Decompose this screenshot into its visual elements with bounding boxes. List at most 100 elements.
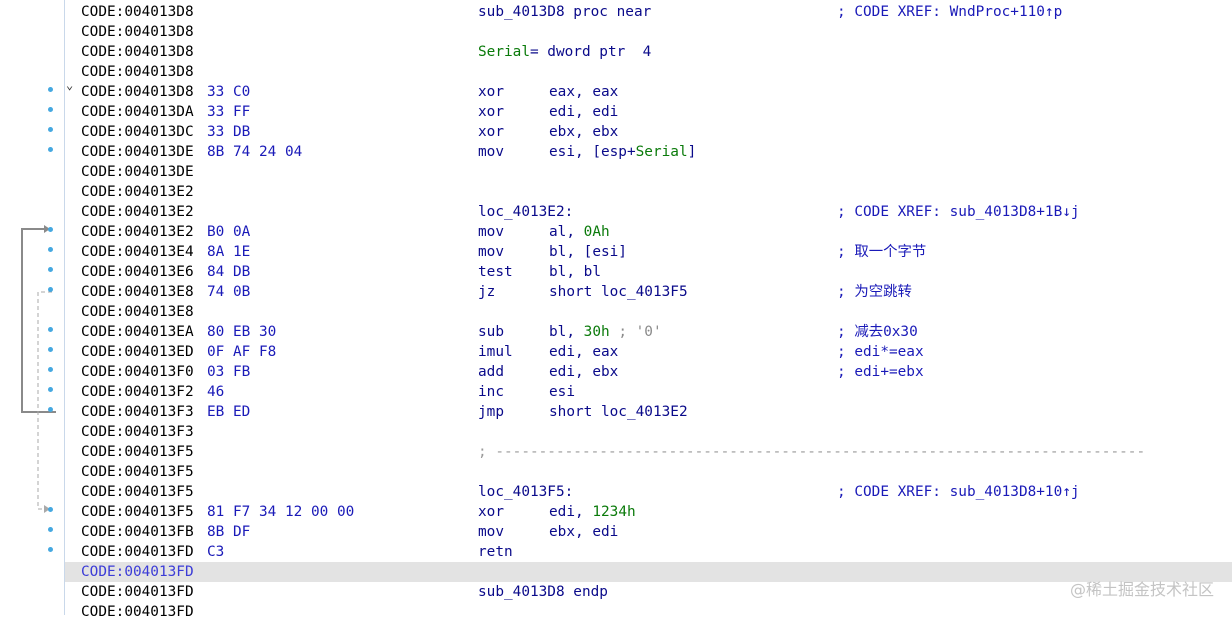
mnemonic: test [478,264,513,280]
address[interactable]: CODE:004013FD [81,602,194,622]
breakpoint-dot[interactable] [48,507,53,512]
listing-row[interactable]: CODE:004013FB 8B DF mov ebx, edi [65,522,1232,542]
listing-row[interactable]: CODE:004013D8 33 C0 xor eax, eax [65,82,1232,102]
listing-row[interactable]: CODE:004013F2 46 inc esi [65,382,1232,402]
address[interactable]: CODE:004013D8 [81,62,194,82]
operands: edi, ebx [549,362,618,382]
listing-row[interactable]: CODE:004013F5 [65,462,1232,482]
address[interactable]: CODE:004013E2 [81,222,194,242]
address[interactable]: CODE:004013FD [81,562,194,582]
address[interactable]: CODE:004013DE [81,142,194,162]
breakpoint-dot[interactable] [48,147,53,152]
mnemonic: xor [478,124,504,140]
address[interactable]: CODE:004013D8 [81,22,194,42]
address[interactable]: CODE:004013DC [81,122,194,142]
breakpoint-dot[interactable] [48,227,53,232]
code-label[interactable]: sub_4013D8 endp [478,582,608,602]
listing-row[interactable]: CODE:004013FD [65,562,1232,582]
listing-row[interactable]: CODE:004013E8 74 0B jz short loc_4013F5 ; 为空… [65,282,1232,302]
breakpoint-dot[interactable] [48,287,53,292]
listing-row[interactable]: CODE:004013DC 33 DB xor ebx, ebx [65,122,1232,142]
address[interactable]: CODE:004013D8 [81,2,194,22]
listing-row[interactable]: CODE:004013D8 [65,22,1232,42]
listing-row[interactable]: CODE:004013FD C3 retn [65,542,1232,562]
listing-row[interactable]: CODE:004013F5 81 F7 34 12 00 00 xor edi, 12… [65,502,1232,522]
address[interactable]: CODE:004013F3 [81,402,194,422]
address[interactable]: CODE:004013E8 [81,282,194,302]
listing-row[interactable]: CODE:004013F3 [65,422,1232,442]
code-label[interactable]: loc_4013E2: [478,202,573,222]
listing-row[interactable]: CODE:004013EA 80 EB 30 sub bl, 30h ; '0' ; 减… [65,322,1232,342]
address[interactable]: CODE:004013E4 [81,242,194,262]
breakpoint-dot[interactable] [48,367,53,372]
address[interactable]: CODE:004013E2 [81,182,194,202]
address[interactable]: CODE:004013F2 [81,382,194,402]
stack-var-name[interactable]: Serial [478,44,530,60]
disassembly-listing[interactable]: CODE:004013D8 sub_4013D8 proc near ; CODE … [65,2,1232,620]
address[interactable]: CODE:004013E8 [81,302,194,322]
code-label[interactable]: loc_4013F5: [478,482,573,502]
address[interactable]: CODE:004013ED [81,342,194,362]
address[interactable]: CODE:004013DE [81,162,194,182]
operand-var[interactable]: Serial [636,144,688,160]
address[interactable]: CODE:004013FD [81,542,194,562]
breakpoint-dot[interactable] [48,267,53,272]
listing-row[interactable]: CODE:004013F5 loc_4013F5: ; CODE XREF: sub… [65,482,1232,502]
listing-row[interactable]: CODE:004013E2 B0 0A mov al, 0Ah [65,222,1232,242]
address[interactable]: CODE:004013E2 [81,202,194,222]
address[interactable]: CODE:004013F0 [81,362,194,382]
opcode-bytes: B0 0A [207,224,251,240]
breakpoint-dot[interactable] [48,107,53,112]
listing-row[interactable]: CODE:004013DE 8B 74 24 04 mov esi, [esp+Ser… [65,142,1232,162]
stack-var-def: Serial= dword ptr 4 [478,42,651,62]
breakpoint-dot[interactable] [48,547,53,552]
listing-row[interactable]: CODE:004013E2 loc_4013E2: ; CODE XREF: sub… [65,202,1232,222]
listing-row[interactable]: CODE:004013E4 8A 1E mov bl, [esi] ; 取一个字节 [65,242,1232,262]
breakpoint-dot[interactable] [48,527,53,532]
flow-gutter: ⌄ [0,0,73,615]
breakpoint-dot[interactable] [48,407,53,412]
address[interactable]: CODE:004013F5 [81,442,194,462]
address[interactable]: CODE:004013DA [81,102,194,122]
breakpoint-dot[interactable] [48,247,53,252]
operands: edi, edi [549,102,618,122]
operand-text: eax, eax [549,84,619,100]
opcode-bytes: EB ED [207,404,251,420]
listing-row[interactable]: CODE:004013D8 [65,62,1232,82]
address[interactable]: CODE:004013F5 [81,462,194,482]
address[interactable]: CODE:004013D8 [81,82,194,102]
address[interactable]: CODE:004013F5 [81,502,194,522]
listing-row[interactable]: CODE:004013F3 EB ED jmp short loc_4013E2 [65,402,1232,422]
breakpoint-dot[interactable] [48,127,53,132]
listing-row[interactable]: CODE:004013DE [65,162,1232,182]
mnemonic: mov [478,144,504,160]
listing-row[interactable]: CODE:004013E6 84 DB test bl, bl [65,262,1232,282]
listing-row[interactable]: CODE:004013E2 [65,182,1232,202]
listing-row[interactable]: CODE:004013F5 ; -------------------------… [65,442,1232,462]
address[interactable]: CODE:004013FD [81,582,194,602]
breakpoint-dot[interactable] [48,327,53,332]
operand-text: edi, ebx [549,364,619,380]
breakpoint-dot[interactable] [48,387,53,392]
operand-text: ebx, ebx [549,124,619,140]
code-label[interactable]: sub_4013D8 proc near [478,2,651,22]
listing-row[interactable]: CODE:004013DA 33 FF xor edi, edi [65,102,1232,122]
listing-row[interactable]: CODE:004013E8 [65,302,1232,322]
listing-row[interactable]: CODE:004013D8 sub_4013D8 proc near ; CODE … [65,2,1232,22]
listing-row[interactable]: CODE:004013ED 0F AF F8 imul edi, eax ; edi*=… [65,342,1232,362]
breakpoint-dot[interactable] [48,87,53,92]
listing-row[interactable]: CODE:004013FD sub_4013D8 endp [65,582,1232,602]
address[interactable]: CODE:004013D8 [81,42,194,62]
breakpoint-dot[interactable] [48,347,53,352]
comment: ; CODE XREF: WndProc+110↑p [837,4,1063,20]
address[interactable]: CODE:004013F5 [81,482,194,502]
address[interactable]: CODE:004013E6 [81,262,194,282]
address[interactable]: CODE:004013EA [81,322,194,342]
opcode-bytes: 33 FF [207,104,251,120]
address[interactable]: CODE:004013F3 [81,422,194,442]
address[interactable]: CODE:004013FB [81,522,194,542]
listing-row[interactable]: CODE:004013F0 03 FB add edi, ebx ; edi+=ebx [65,362,1232,382]
listing-row[interactable]: CODE:004013FD [65,602,1232,622]
operand-text: ebx, edi [549,524,619,540]
listing-row[interactable]: CODE:004013D8 Serial= dword ptr 4 [65,42,1232,62]
